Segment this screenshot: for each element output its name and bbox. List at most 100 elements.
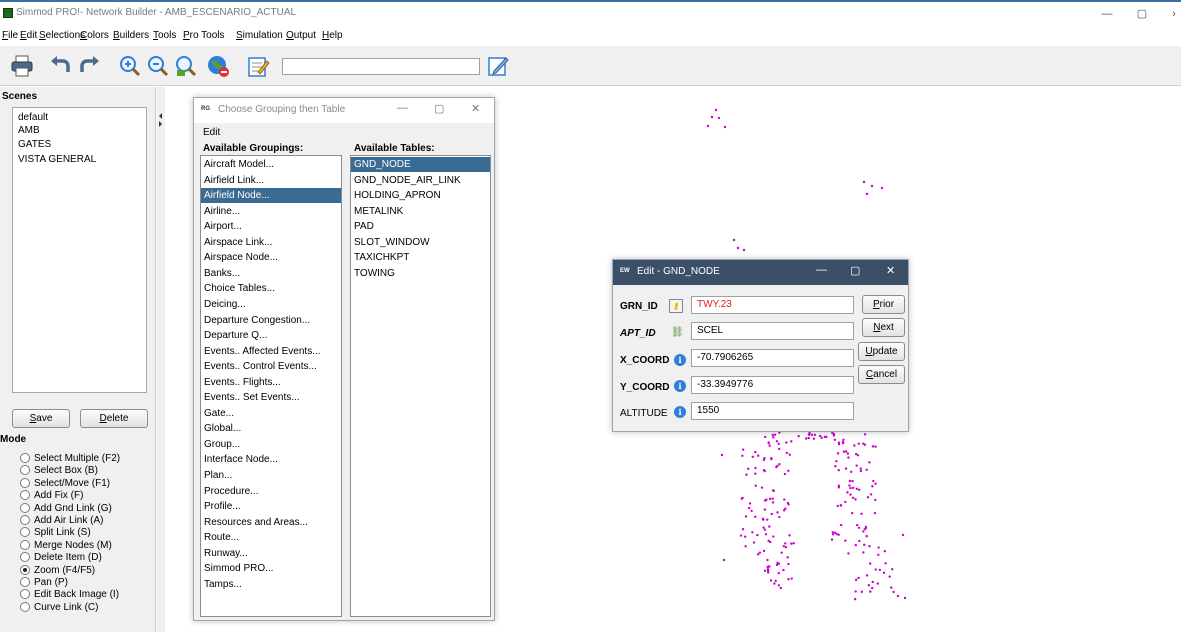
gnd-node[interactable]: [853, 597, 857, 601]
update-button[interactable]: Update: [858, 342, 905, 361]
radio-button[interactable]: [20, 477, 30, 488]
gnd-node[interactable]: [767, 539, 770, 543]
gnd-node[interactable]: [787, 578, 790, 581]
gnd-node[interactable]: [754, 472, 757, 475]
menu-file[interactable]: File: [2, 30, 18, 41]
scene-item-gates[interactable]: GATES: [18, 139, 51, 150]
scene-item-amb[interactable]: AMB: [18, 125, 40, 136]
gnd-node[interactable]: [869, 493, 873, 496]
gnd-node[interactable]: [772, 436, 775, 439]
gnd-node[interactable]: [764, 533, 768, 536]
notepad-icon[interactable]: [246, 54, 270, 78]
gnd-node[interactable]: [779, 586, 783, 590]
mode-option[interactable]: Delete Item (D): [20, 551, 102, 564]
gnd-node[interactable]: [844, 539, 847, 542]
gnd-node[interactable]: [763, 499, 767, 502]
gnd-node[interactable]: [741, 528, 745, 531]
gnd-node[interactable]: [877, 553, 880, 557]
grouping-list-item[interactable]: Interface Node...: [201, 452, 341, 467]
gnd-node[interactable]: [880, 186, 884, 190]
scene-item-default[interactable]: default: [18, 112, 48, 123]
collapse-left-arrow[interactable]: [159, 113, 162, 119]
gnd-node[interactable]: [763, 528, 767, 531]
gnd-node[interactable]: [775, 563, 779, 567]
grouping-list-item[interactable]: Global...: [201, 421, 341, 436]
gnd-node[interactable]: [770, 512, 773, 516]
grouping-list-item[interactable]: Airfield Node...: [201, 188, 341, 204]
mode-option[interactable]: Pan (P): [20, 576, 68, 589]
gnd-node[interactable]: [790, 577, 793, 580]
gnd-node[interactable]: [855, 487, 859, 490]
info-icon[interactable]: i: [674, 406, 686, 418]
gnd-node[interactable]: [848, 479, 852, 483]
gnd-node[interactable]: [756, 454, 760, 457]
gnd-node[interactable]: [820, 436, 823, 440]
radio-button[interactable]: [20, 453, 30, 463]
gnd-node[interactable]: [785, 441, 788, 444]
gnd-node[interactable]: [736, 246, 740, 250]
gnd-node[interactable]: [720, 453, 724, 457]
grouping-list-item[interactable]: Plan...: [201, 468, 341, 483]
gnd-node[interactable]: [865, 574, 869, 577]
grouping-list-item[interactable]: Group...: [201, 437, 341, 452]
gnd-node[interactable]: [754, 466, 757, 470]
gnd-node[interactable]: [763, 469, 767, 473]
grouping-list-item[interactable]: Airspace Link...: [201, 235, 341, 250]
gnd-node[interactable]: [841, 440, 845, 444]
gnd-node[interactable]: [865, 468, 868, 472]
radio-button[interactable]: [20, 465, 30, 476]
gnd-node[interactable]: [768, 497, 772, 501]
gnd-node[interactable]: [797, 435, 800, 438]
gnd-node[interactable]: [750, 509, 753, 513]
gnd-node[interactable]: [762, 526, 765, 529]
gnd-node[interactable]: [847, 456, 850, 459]
gnd-node[interactable]: [771, 497, 774, 500]
gnd-node[interactable]: [848, 484, 851, 487]
print-icon[interactable]: [10, 54, 34, 78]
menu-tools[interactable]: Tools: [153, 30, 176, 41]
gnd-node[interactable]: [873, 511, 877, 515]
menu-edit[interactable]: Edit: [20, 30, 37, 41]
mode-option[interactable]: Select/Move (F1): [20, 477, 110, 490]
gnd-node[interactable]: [706, 124, 710, 128]
grouping-list-item[interactable]: Resources and Areas...: [201, 515, 341, 530]
redo-icon[interactable]: [78, 54, 102, 78]
edit-pencil-icon[interactable]: [486, 54, 510, 78]
grouping-list-item[interactable]: Banks...: [201, 266, 341, 281]
gnd-node[interactable]: [780, 551, 783, 554]
gnd-node[interactable]: [871, 580, 874, 584]
gnd-node[interactable]: [877, 546, 880, 549]
table-list-item[interactable]: TAXICHKPT: [351, 250, 490, 265]
gnd-node[interactable]: [871, 445, 875, 448]
gnd-node[interactable]: [808, 431, 811, 435]
gnd-node[interactable]: [740, 497, 743, 500]
gnd-node[interactable]: [771, 501, 775, 504]
grn-id-field[interactable]: TWY.23: [691, 296, 854, 314]
gnd-node[interactable]: [862, 530, 865, 533]
radio-button[interactable]: [20, 601, 30, 612]
gnd-node[interactable]: [748, 502, 752, 505]
grouping-list-item[interactable]: Departure Congestion...: [201, 313, 341, 328]
gnd-node[interactable]: [846, 452, 850, 455]
gnd-node[interactable]: [844, 467, 848, 470]
cancel-button[interactable]: Cancel: [858, 365, 905, 384]
grouping-list-item[interactable]: Tamps...: [201, 577, 341, 592]
gnd-node[interactable]: [859, 469, 863, 473]
menu-selections[interactable]: Selections: [39, 30, 85, 41]
gnd-node[interactable]: [870, 184, 874, 188]
gnd-node[interactable]: [763, 569, 767, 572]
gnd-node[interactable]: [766, 558, 769, 562]
gnd-node[interactable]: [776, 561, 779, 565]
maximize-button[interactable]: ▢: [1130, 5, 1154, 23]
gnd-node[interactable]: [862, 551, 865, 554]
gnd-node[interactable]: [835, 460, 838, 463]
gnd-node[interactable]: [782, 568, 785, 572]
gnd-node[interactable]: [860, 590, 864, 594]
grouping-list-item[interactable]: Deicing...: [201, 297, 341, 312]
gnd-node[interactable]: [856, 523, 859, 527]
grouping-list-item[interactable]: Aircraft Model...: [201, 157, 341, 172]
gnd-node[interactable]: [857, 576, 860, 580]
gnd-node[interactable]: [851, 496, 855, 500]
gnd-node[interactable]: [874, 498, 877, 502]
gnd-node[interactable]: [784, 542, 787, 545]
